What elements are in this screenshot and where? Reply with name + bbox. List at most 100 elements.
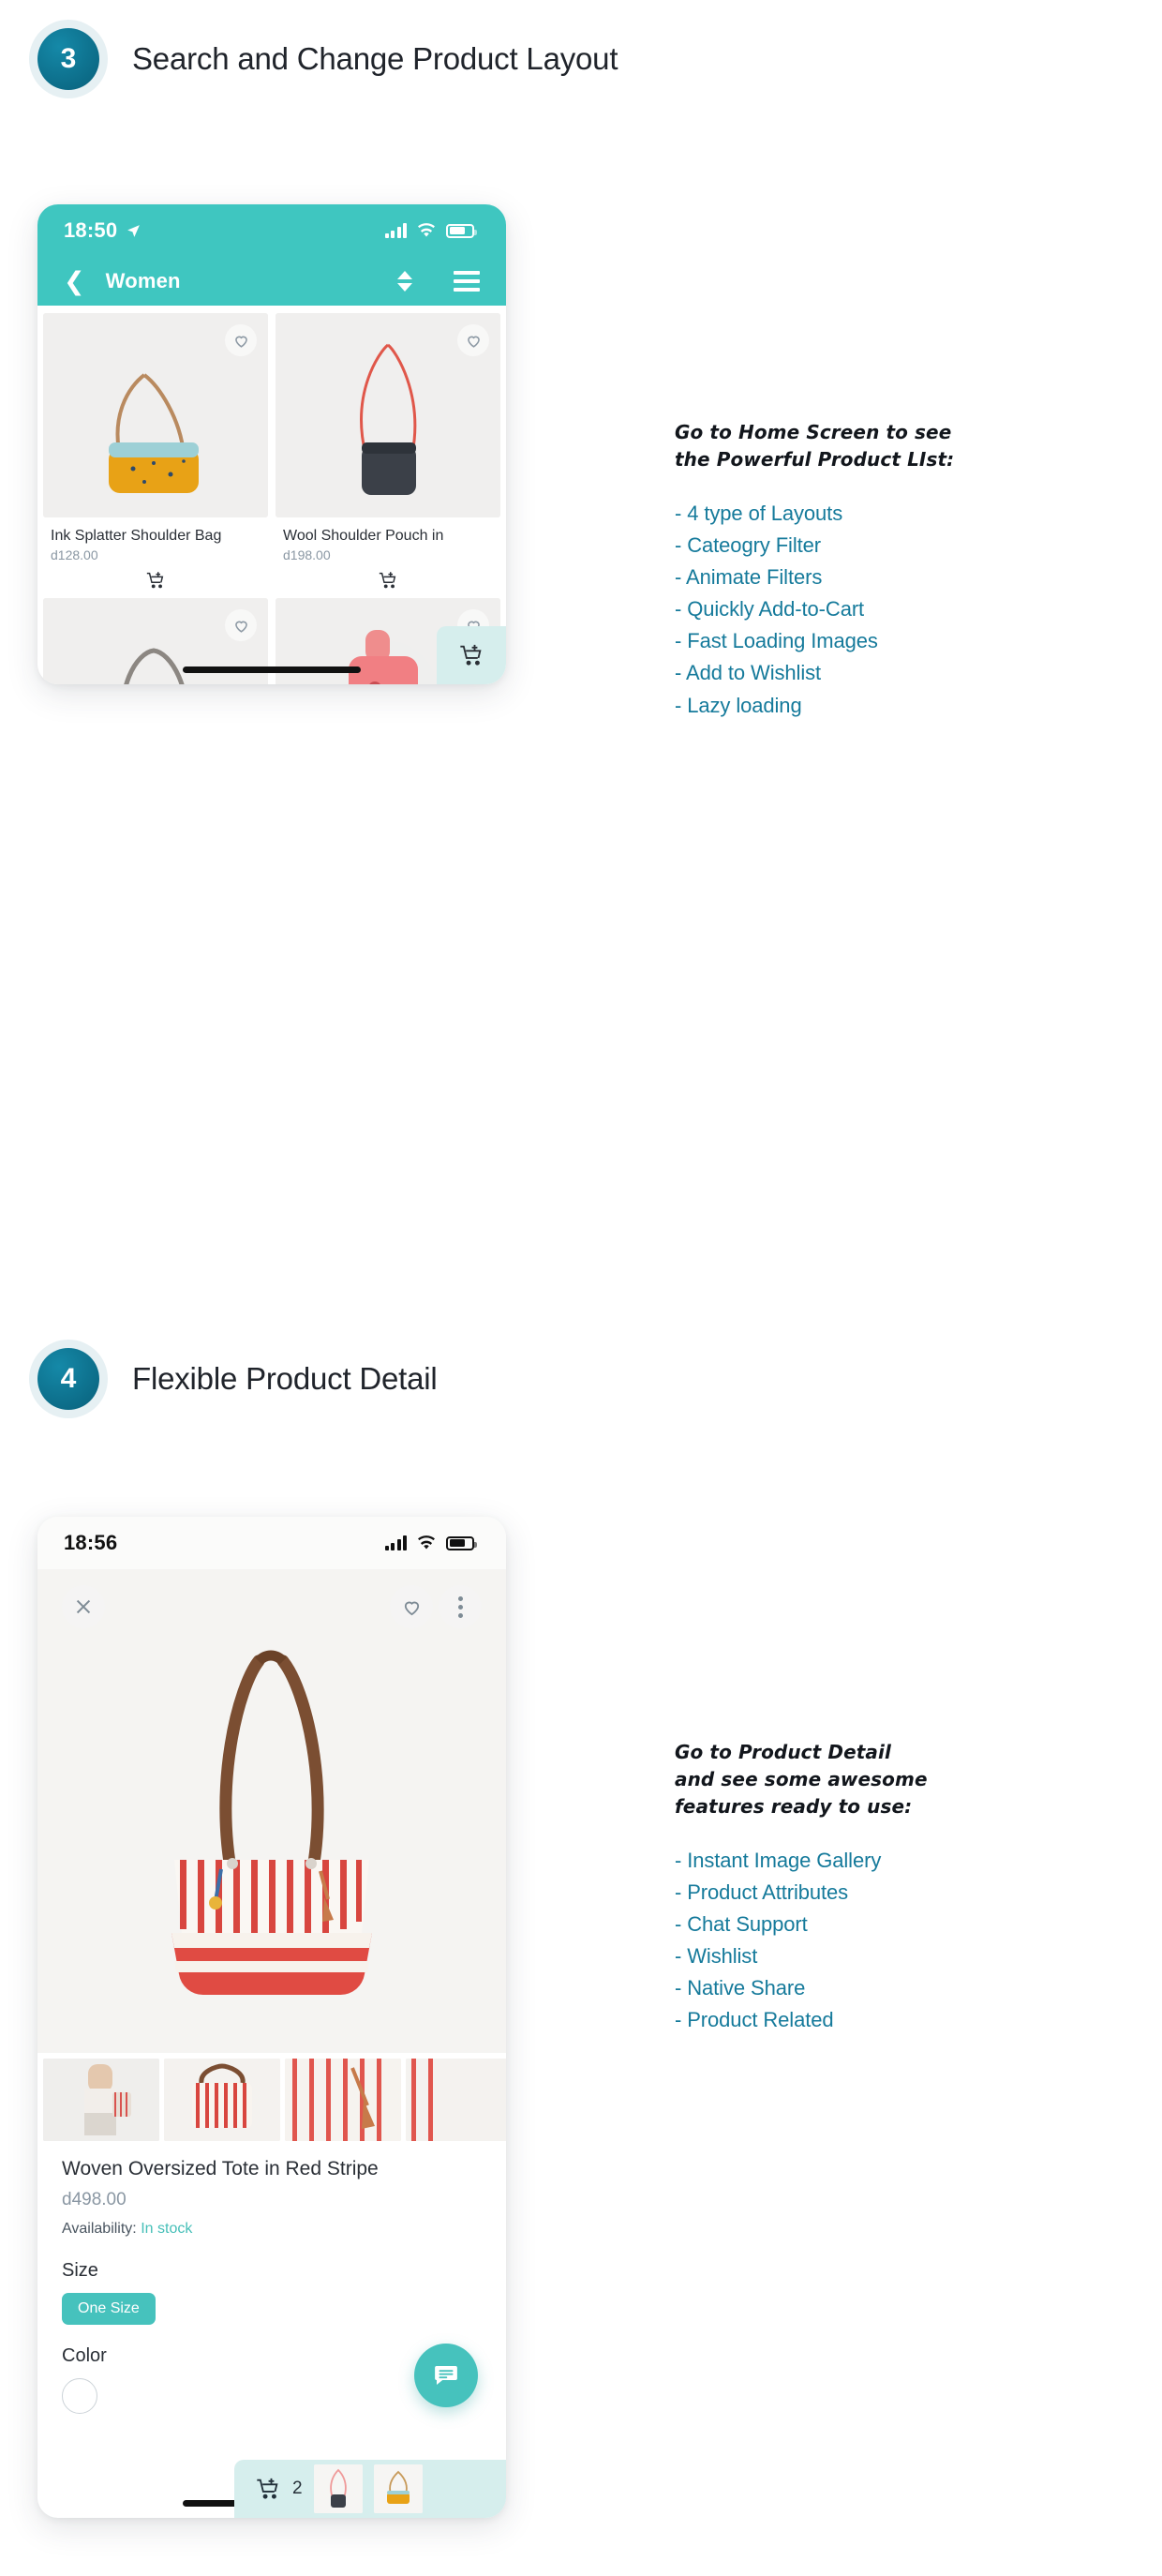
product-title: Woven Oversized Tote in Red Stripe xyxy=(62,2158,379,2179)
product-name: Ink Splatter Shoulder Bag xyxy=(51,528,222,544)
note-list-item: - Instant Image Gallery xyxy=(675,1849,882,1872)
availability-value: In stock xyxy=(141,2221,193,2237)
note-list-item: - Native Share xyxy=(675,1976,806,2000)
signal-icon xyxy=(384,1535,407,1550)
cart-plus-icon xyxy=(146,572,164,589)
sort-icon xyxy=(397,271,412,292)
image-thumbnail-strip[interactable] xyxy=(37,2053,506,2141)
note-heading: Go to Home Screen to see the Powerful Pr… xyxy=(675,421,955,471)
cart-item-thumbnail[interactable] xyxy=(373,2464,423,2513)
size-option-chip[interactable]: One Size xyxy=(62,2293,156,2325)
phone-mockup-product-detail: 18:56 Woven Oversized Tote in Red Stripe… xyxy=(37,1517,506,2518)
note-list-item: - Add to Wishlist xyxy=(675,661,822,685)
section-header-3: 3 Search and Change Product Layout xyxy=(37,28,618,90)
hamburger-icon xyxy=(454,271,480,292)
close-button[interactable] xyxy=(62,1585,105,1628)
product-name: Wool Shoulder Pouch in xyxy=(283,528,444,544)
sort-button[interactable] xyxy=(397,271,412,292)
section-number-badge-3: 3 xyxy=(37,28,99,90)
floating-cart-button[interactable] xyxy=(437,626,506,684)
tote-front-thumb xyxy=(164,2059,280,2141)
location-arrow-icon xyxy=(127,224,141,237)
cart-plus-icon xyxy=(379,572,396,589)
note-list-item: - Fast Loading Images xyxy=(675,629,878,653)
heart-icon xyxy=(404,1601,419,1615)
phone1-header: 18:50 ❮ Women xyxy=(37,204,506,306)
size-label: Size xyxy=(62,2260,98,2281)
page-title: Women xyxy=(105,269,181,292)
wishlist-button[interactable] xyxy=(457,324,489,356)
bottom-cart-bar: 2 xyxy=(234,2460,506,2518)
status-bar: 18:56 xyxy=(37,1517,506,1569)
heart-icon xyxy=(234,621,247,633)
cart-plus-icon[interactable] xyxy=(255,2476,281,2502)
detail-top-toolbar xyxy=(37,1580,506,1633)
note-feature-list: - 4 type of Layouts - Cateogry Filter - … xyxy=(675,498,1068,722)
close-icon xyxy=(76,1599,91,1614)
poster-page: 3 Search and Change Product Layout 18:50 xyxy=(0,0,1162,2576)
tote-detail-thumb xyxy=(285,2059,401,2141)
cart-quantity: 2 xyxy=(292,2479,303,2498)
section-number-badge-4: 4 xyxy=(37,1348,99,1410)
wishlist-button[interactable] xyxy=(225,324,257,356)
section-header-4: 4 Flexible Product Detail xyxy=(37,1348,438,1410)
menu-button[interactable] xyxy=(454,271,480,292)
note-list-item: - Chat Support xyxy=(675,1912,808,1937)
status-bar: 18:50 xyxy=(37,204,506,257)
product-price: d498.00 xyxy=(62,2190,127,2209)
signal-icon xyxy=(384,223,407,238)
wool-pouch-mini xyxy=(313,2464,363,2513)
add-to-cart-button[interactable] xyxy=(276,570,500,591)
product-price: d198.00 xyxy=(283,547,331,562)
note-list-item: - Lazy loading xyxy=(675,693,802,717)
battery-icon xyxy=(446,223,477,238)
wishlist-button[interactable] xyxy=(390,1585,433,1628)
heart-icon xyxy=(234,336,247,348)
note-list-item: - Wishlist xyxy=(675,1944,758,1969)
thumbnail-item[interactable] xyxy=(43,2059,159,2141)
ink-splatter-mini xyxy=(373,2464,423,2513)
section-title-4: Flexible Product Detail xyxy=(132,1361,438,1396)
wifi-icon xyxy=(418,222,435,236)
availability-row: Availability: In stock xyxy=(62,2221,482,2238)
add-to-cart-button[interactable] xyxy=(43,570,268,591)
availability-label: Availability: xyxy=(62,2221,137,2237)
wishlist-button[interactable] xyxy=(225,609,257,641)
model-with-tote-thumb xyxy=(43,2059,159,2141)
chat-icon xyxy=(435,2366,457,2385)
product-image xyxy=(43,313,268,517)
note-feature-list: - Instant Image Gallery - Product Attrib… xyxy=(675,1845,1068,2037)
status-time: 18:56 xyxy=(64,1531,118,1554)
color-swatch[interactable] xyxy=(62,2378,97,2414)
note-heading: Go to Product Detail and see some awesom… xyxy=(675,1741,928,1818)
thumbnail-item[interactable] xyxy=(164,2059,280,2141)
heart-icon xyxy=(467,336,480,348)
note-list-item: - Product Attributes xyxy=(675,1880,849,1905)
product-card[interactable]: Ink Splatter Shoulder Bag d128.00 xyxy=(43,313,268,591)
cart-item-thumbnail[interactable] xyxy=(313,2464,363,2513)
section-title-3: Search and Change Product Layout xyxy=(132,41,618,76)
product-image xyxy=(276,313,500,517)
product-card[interactable]: Wool Shoulder Pouch in d198.00 xyxy=(276,313,500,591)
note-list-item: - Product Related xyxy=(675,2008,834,2032)
chat-support-button[interactable] xyxy=(414,2344,478,2407)
status-time: 18:50 xyxy=(64,218,118,242)
note-block-3: Go to Home Screen to see the Powerful Pr… xyxy=(675,419,1068,722)
note-block-4: Go to Product Detail and see some awesom… xyxy=(675,1739,1068,2037)
back-button[interactable]: ❮ xyxy=(64,268,85,294)
note-list-item: - Quickly Add-to-Cart xyxy=(675,597,865,622)
product-grid: Ink Splatter Shoulder Bag d128.00 Wool S… xyxy=(37,306,506,684)
tote-extra-thumb xyxy=(406,2059,506,2141)
woven-tote-image xyxy=(37,1569,506,2053)
note-list-item: - Animate Filters xyxy=(675,565,823,590)
product-price: d128.00 xyxy=(51,547,98,562)
home-indicator[interactable] xyxy=(183,666,361,673)
wifi-icon xyxy=(418,1535,435,1549)
note-list-item: - Cateogry Filter xyxy=(675,533,822,558)
cart-plus-icon xyxy=(460,644,482,666)
phone-mockup-product-list: 18:50 ❮ Women Ink Splatter Shoulder Bag … xyxy=(37,204,506,684)
product-hero-image xyxy=(37,1569,506,2053)
thumbnail-item[interactable] xyxy=(406,2059,506,2141)
thumbnail-item[interactable] xyxy=(285,2059,401,2141)
more-options-button[interactable] xyxy=(439,1585,482,1628)
